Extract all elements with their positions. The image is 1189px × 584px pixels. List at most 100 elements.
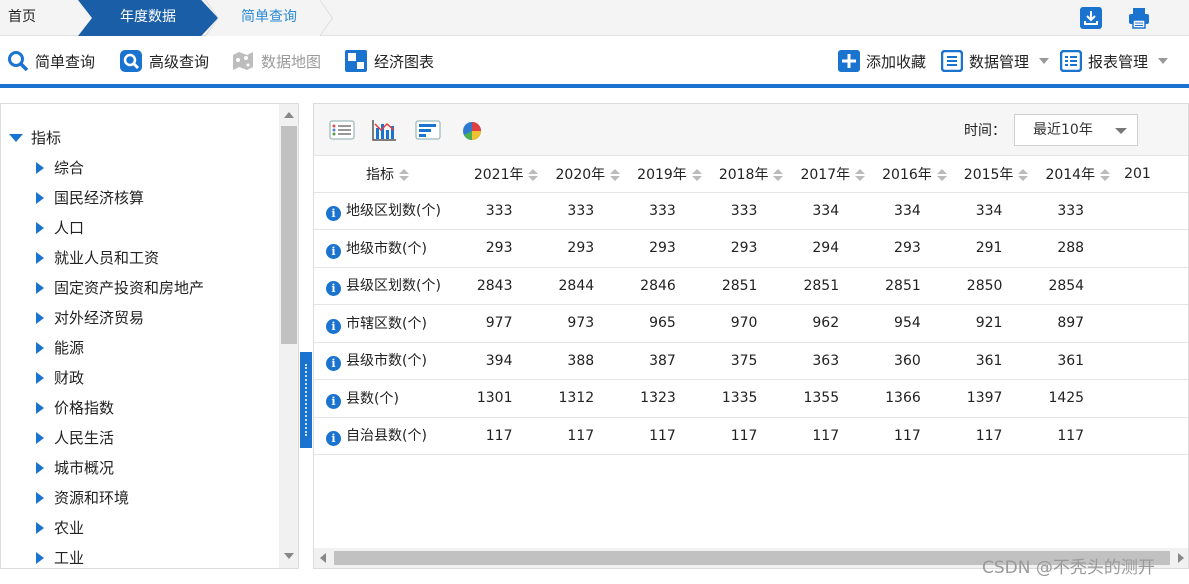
value-cell: 117: [540, 417, 623, 455]
panel-splitter[interactable]: [300, 352, 312, 448]
tree-item[interactable]: 固定资产投资和房地产: [36, 276, 204, 300]
list-icon: [941, 50, 963, 72]
value-cell: 291: [948, 229, 1031, 268]
expand-right-icon[interactable]: [36, 162, 44, 174]
horizontal-bar-icon[interactable]: [414, 118, 442, 142]
info-icon[interactable]: i: [326, 431, 341, 447]
expand-right-icon[interactable]: [36, 462, 44, 474]
tree-item[interactable]: 财政: [36, 366, 84, 390]
info-icon[interactable]: i: [326, 206, 341, 222]
scroll-left-icon[interactable]: [320, 553, 326, 563]
tree-item[interactable]: 人口: [36, 216, 84, 240]
expand-right-icon[interactable]: [36, 552, 44, 564]
info-icon[interactable]: i: [326, 318, 341, 334]
print-icon[interactable]: [1127, 6, 1151, 30]
tree-item[interactable]: 综合: [36, 156, 84, 180]
expand-right-icon[interactable]: [36, 192, 44, 204]
column-header-indicator[interactable]: 指标: [314, 156, 459, 193]
expand-right-icon[interactable]: [36, 252, 44, 264]
value-cell: 293: [540, 229, 623, 268]
column-header-year[interactable]: 2021年: [458, 156, 541, 193]
economic-chart-button[interactable]: 经济图表: [344, 37, 434, 85]
breadcrumb-simple-query[interactable]: 简单查询: [206, 0, 332, 36]
value-cell: 2846: [622, 267, 704, 305]
scroll-right-icon[interactable]: [1178, 553, 1184, 563]
scroll-down-icon[interactable]: [284, 553, 294, 559]
column-header-year[interactable]: 201: [1112, 156, 1188, 193]
value-cell-overflow: [1112, 192, 1188, 230]
expand-right-icon[interactable]: [36, 402, 44, 414]
sort-icon[interactable]: [399, 168, 409, 181]
tree-item-label: 综合: [54, 159, 85, 177]
advanced-query-button[interactable]: 高级查询: [119, 37, 209, 85]
column-header-year[interactable]: 2016年: [867, 156, 949, 193]
info-icon[interactable]: i: [326, 356, 341, 372]
tree-item[interactable]: 国民经济核算: [36, 186, 144, 210]
value-cell: 977: [458, 304, 541, 343]
sort-icon[interactable]: [773, 168, 784, 181]
tree-root-indicators[interactable]: 指标: [9, 126, 61, 150]
sort-icon[interactable]: [528, 168, 539, 181]
column-header-year[interactable]: 2020年: [540, 156, 623, 193]
value-cell: 954: [867, 304, 949, 343]
simple-query-button[interactable]: 简单查询: [7, 37, 95, 85]
tree-item[interactable]: 工业: [36, 546, 84, 568]
tree-scrollbar[interactable]: [279, 104, 298, 568]
pie-chart-icon[interactable]: [458, 118, 486, 142]
expand-right-icon[interactable]: [36, 372, 44, 384]
sort-icon[interactable]: [855, 168, 866, 181]
expand-right-icon[interactable]: [36, 432, 44, 444]
column-header-year[interactable]: 2017年: [785, 156, 868, 193]
tree-item[interactable]: 人民生活: [36, 426, 114, 450]
tree-item[interactable]: 农业: [36, 516, 84, 540]
time-range-select[interactable]: 最近10年: [1014, 114, 1138, 146]
expand-down-icon[interactable]: [9, 134, 23, 142]
tree-item[interactable]: 城市概况: [36, 456, 114, 480]
download-icon[interactable]: [1079, 6, 1103, 30]
table-row: i 地级区划数(个) 333 333 333 333 334 334 334 333: [314, 192, 1188, 230]
add-favorite-button[interactable]: 添加收藏: [838, 37, 926, 85]
report-manage-menu[interactable]: 报表管理: [1060, 37, 1169, 85]
expand-right-icon[interactable]: [36, 342, 44, 354]
value-cell-overflow: [1112, 342, 1188, 380]
value-cell: 117: [1030, 417, 1113, 455]
value-cell: 375: [703, 342, 786, 380]
value-cell: 387: [622, 342, 704, 380]
indicator-name: 地级区划数(个): [346, 203, 441, 220]
tree-item[interactable]: 对外经济贸易: [36, 306, 144, 330]
column-header-year[interactable]: 2014年: [1030, 156, 1113, 193]
expand-right-icon[interactable]: [36, 282, 44, 294]
indicator-tree: 指标 综合国民经济核算 人口就业人员和工资固定资产投资和房地产 对外经济贸易 能源财政…: [0, 103, 299, 569]
tree-item[interactable]: 资源和环境: [36, 486, 129, 510]
sort-icon[interactable]: [1100, 168, 1111, 181]
expand-right-icon[interactable]: [36, 522, 44, 534]
value-cell: 293: [458, 229, 541, 268]
scroll-up-icon[interactable]: [284, 112, 294, 118]
tree-item[interactable]: 价格指数: [36, 396, 114, 420]
data-manage-menu[interactable]: 数据管理: [941, 37, 1050, 85]
tree-scroll-thumb[interactable]: [281, 126, 297, 344]
expand-right-icon[interactable]: [36, 222, 44, 234]
data-map-button[interactable]: 数据地图: [231, 37, 321, 85]
expand-right-icon[interactable]: [36, 492, 44, 504]
info-icon[interactable]: i: [326, 281, 341, 297]
info-icon[interactable]: i: [326, 393, 341, 409]
sort-icon[interactable]: [610, 168, 621, 181]
sort-icon[interactable]: [936, 168, 947, 181]
sort-icon[interactable]: [691, 168, 702, 181]
time-range-value: 最近10年: [1033, 122, 1093, 138]
breadcrumb-annual-data[interactable]: 年度数据: [78, 0, 218, 36]
table-view-icon[interactable]: [328, 118, 356, 142]
indicator-cell: i 市辖区数(个): [314, 304, 459, 343]
breadcrumb-home[interactable]: 首页: [8, 0, 36, 36]
sort-icon[interactable]: [1018, 168, 1029, 181]
column-header-year[interactable]: 2018年: [703, 156, 786, 193]
tree-item[interactable]: 能源: [36, 336, 84, 360]
value-cell: 294: [785, 229, 868, 268]
column-header-year[interactable]: 2015年: [948, 156, 1031, 193]
expand-right-icon[interactable]: [36, 312, 44, 324]
tree-item[interactable]: 就业人员和工资: [36, 246, 159, 270]
column-header-year[interactable]: 2019年: [622, 156, 704, 193]
info-icon[interactable]: i: [326, 243, 341, 259]
bar-chart-icon[interactable]: [370, 118, 398, 142]
